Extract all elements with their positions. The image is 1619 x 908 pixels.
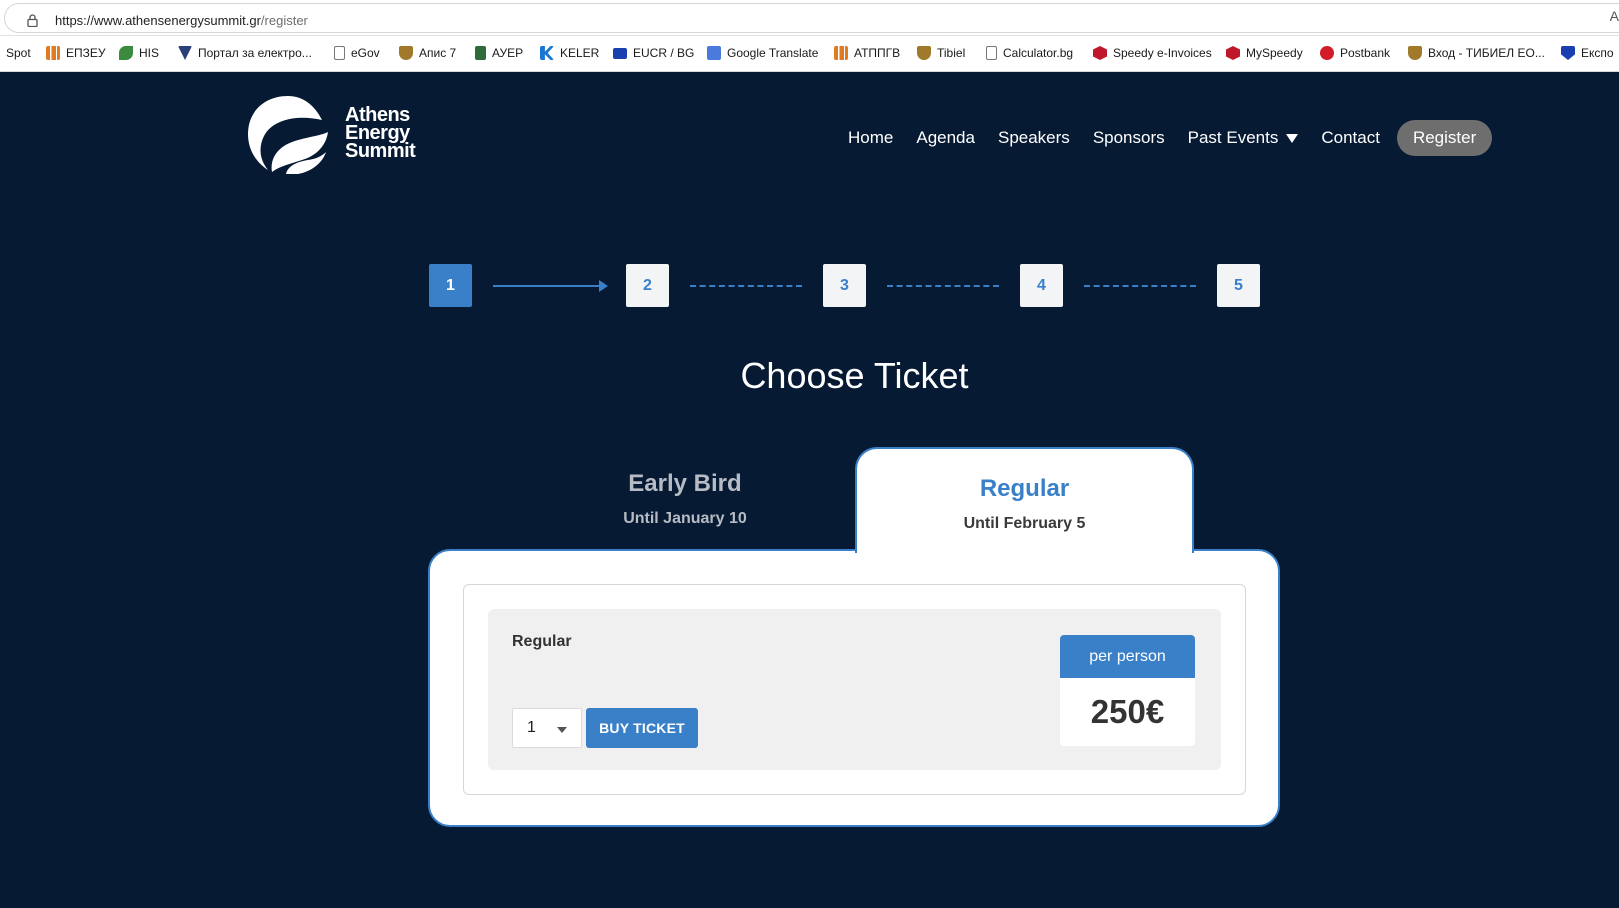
doc-icon <box>475 46 486 60</box>
translate-icon <box>707 46 721 60</box>
nav-speakers[interactable]: Speakers <box>998 128 1070 148</box>
step-connector-2 <box>690 285 802 287</box>
step-connector-4 <box>1084 285 1196 287</box>
shield-icon <box>917 46 931 60</box>
bookmark-myspeedy[interactable]: MySpeedy <box>1226 46 1303 60</box>
step-3[interactable]: 3 <box>823 264 866 307</box>
ticket-name: Regular <box>512 633 572 650</box>
step-5[interactable]: 5 <box>1217 264 1260 307</box>
step-4[interactable]: 4 <box>1020 264 1063 307</box>
nav-agenda[interactable]: Agenda <box>916 128 975 148</box>
browser-address-bar: https://www.athensenergysummit.gr/regist… <box>0 0 1619 36</box>
box-icon <box>1226 46 1240 60</box>
dropdown-arrow-icon <box>557 727 567 733</box>
k-icon <box>540 46 554 60</box>
bookmark-tibiel[interactable]: Tibiel <box>917 46 965 60</box>
page-title: Choose Ticket <box>740 355 969 396</box>
tab-early-bird-title: Early Bird <box>628 470 742 497</box>
circle-icon <box>1320 46 1334 60</box>
bookmark-atppgv[interactable]: АТППГВ <box>834 46 900 60</box>
ticket-panel: Regular 1 BUY TICKET per person 250€ <box>463 584 1246 795</box>
ticket-card: Regular 1 BUY TICKET per person 250€ <box>428 549 1280 827</box>
site-logo[interactable]: Athens Energy Summit <box>246 94 426 174</box>
nav-contact[interactable]: Contact <box>1321 128 1380 148</box>
nav-sponsors[interactable]: Sponsors <box>1093 128 1165 148</box>
eu-flag-icon <box>613 47 627 59</box>
quantity-value: 1 <box>527 719 536 736</box>
chart-icon <box>834 46 848 60</box>
tab-regular-title: Regular <box>979 475 1070 502</box>
step-1[interactable]: 1 <box>429 264 472 307</box>
bookmark-egov[interactable]: eGov <box>334 46 380 60</box>
nav-register-button[interactable]: Register <box>1396 120 1493 156</box>
tab-early-bird-date: Until January 10 <box>623 510 747 527</box>
price-box: per person 250€ <box>1060 635 1195 746</box>
main-nav: Home Agenda Speakers Sponsors Past Event… <box>848 120 1493 156</box>
bookmark-ekspo[interactable]: Експо <box>1561 46 1614 60</box>
tab-early-bird[interactable]: Early Bird Until January 10 <box>560 470 810 528</box>
shield-icon <box>399 46 413 60</box>
logo-wordmark: Athens Energy Summit <box>345 104 416 162</box>
bookmark-postbank[interactable]: Postbank <box>1320 46 1390 60</box>
url-field[interactable]: https://www.athensenergysummit.gr/regist… <box>4 3 1619 33</box>
bookmark-epzeu[interactable]: ЕПЗЕУ <box>46 46 106 60</box>
step-connector-1 <box>493 285 603 287</box>
ticket-row: Regular 1 BUY TICKET per person 250€ <box>488 609 1221 770</box>
nav-home[interactable]: Home <box>848 128 893 148</box>
reader-mode-icon[interactable]: A <box>1610 8 1619 24</box>
bookmark-his[interactable]: HIS <box>119 46 159 60</box>
bg-icon <box>1408 46 1422 60</box>
chart-icon <box>46 46 60 60</box>
v-icon <box>1561 46 1575 60</box>
price-header: per person <box>1060 635 1195 678</box>
bookmark-keler[interactable]: KELER <box>540 46 599 60</box>
nav-past-events[interactable]: Past Events <box>1188 128 1299 148</box>
bookmark-tibiel-login[interactable]: Вход - ТИБИЕЛ ЕО... <box>1408 46 1545 60</box>
check-icon <box>178 46 192 60</box>
box-icon <box>1093 46 1107 60</box>
step-2[interactable]: 2 <box>626 264 669 307</box>
leaf-icon <box>119 46 133 60</box>
flame-logo-icon <box>248 96 328 174</box>
arrow-right-icon <box>599 280 608 292</box>
caret-down-icon <box>1286 133 1299 143</box>
bookmark-speedy-invoices[interactable]: Speedy e-Invoices <box>1093 46 1212 60</box>
bookmark-spot[interactable]: Spot <box>6 46 31 60</box>
bookmark-portal[interactable]: Портал за електро... <box>178 46 312 60</box>
bookmark-apis[interactable]: Апис 7 <box>399 46 456 60</box>
page-icon <box>334 46 345 60</box>
bookmark-eucr[interactable]: EUCR / BG <box>613 46 694 60</box>
url-text[interactable]: https://www.athensenergysummit.gr/regist… <box>55 13 308 28</box>
quantity-select[interactable]: 1 <box>512 708 582 748</box>
tab-regular-date: Until February 5 <box>963 515 1086 532</box>
step-connector-3 <box>887 285 999 287</box>
price-value: 250€ <box>1090 693 1165 730</box>
lock-icon <box>27 14 38 27</box>
bookmarks-bar: Spot ЕПЗЕУ HIS Портал за електро... eGov… <box>0 36 1619 72</box>
tab-regular[interactable]: Regular Until February 5 <box>855 447 1194 553</box>
page-icon <box>986 46 997 60</box>
bookmark-auer[interactable]: АУЕР <box>475 46 523 60</box>
buy-ticket-button[interactable]: BUY TICKET <box>586 708 698 748</box>
bookmark-google-translate[interactable]: Google Translate <box>707 46 818 60</box>
bookmark-calculator[interactable]: Calculator.bg <box>986 46 1073 60</box>
